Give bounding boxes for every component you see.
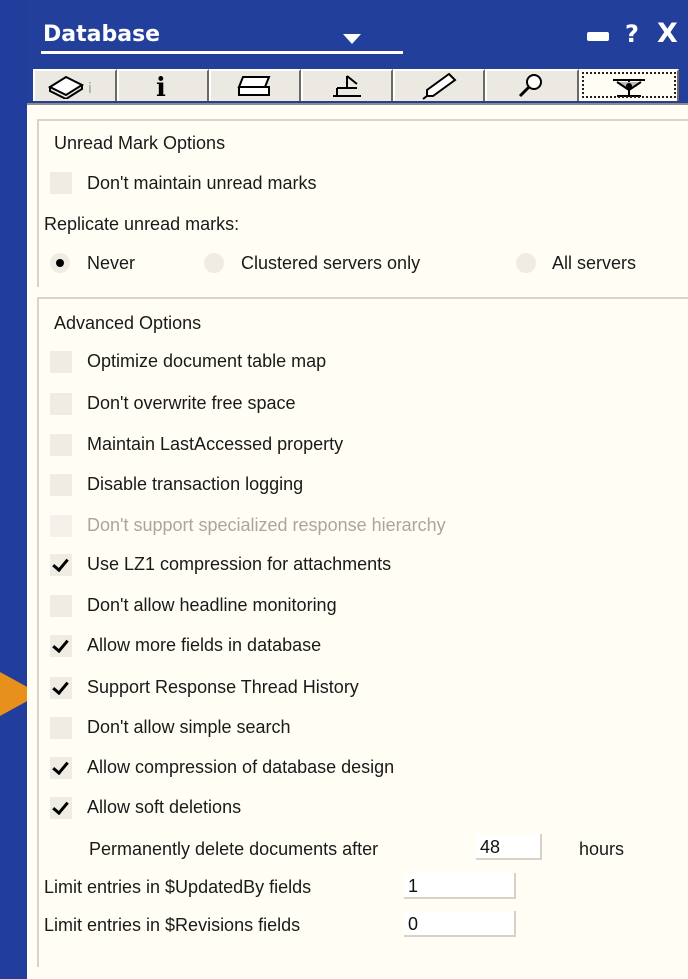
option-checkbox[interactable]	[50, 797, 72, 819]
svg-text:i: i	[88, 81, 92, 97]
minimize-icon[interactable]	[587, 32, 609, 41]
option-checkbox[interactable]	[50, 677, 72, 699]
revisions-input[interactable]: 0	[404, 911, 516, 937]
radio-clustered-servers[interactable]	[204, 253, 224, 273]
search-icon	[518, 74, 542, 98]
option-label: Disable transaction logging	[87, 474, 304, 494]
tab-print[interactable]	[209, 69, 301, 101]
tab-info[interactable]: i	[117, 69, 209, 101]
option-label: Use LZ1 compression for attachments	[87, 554, 392, 574]
database-properties-panel: Database ? X i i Unread Mark Options Don…	[27, 0, 688, 979]
updated-by-label: Limit entries in $UpdatedBy fields	[44, 877, 312, 897]
radio-never-label: Never	[87, 253, 136, 273]
option-label: Optimize document table map	[87, 351, 327, 371]
tab-advanced[interactable]	[579, 69, 679, 101]
tab-launch[interactable]	[393, 69, 485, 101]
tab-search[interactable]	[485, 69, 579, 101]
printer-icon	[237, 76, 271, 96]
option-checkbox[interactable]	[50, 635, 72, 657]
option-label: Don't overwrite free space	[87, 393, 296, 413]
option-checkbox	[50, 515, 72, 537]
delete-after-unit: hours	[579, 839, 625, 859]
option-label: Allow compression of database design	[87, 757, 395, 777]
title-dropdown-field[interactable]	[41, 51, 403, 54]
option-checkbox[interactable]	[50, 757, 72, 779]
option-checkbox[interactable]	[50, 474, 72, 496]
chevron-down-icon[interactable]	[343, 34, 361, 44]
delete-after-label: Permanently delete documents after	[89, 839, 379, 859]
info-sheet-icon: i	[47, 75, 92, 99]
info-icon: i	[156, 73, 166, 100]
dont-maintain-unread-checkbox[interactable]	[50, 172, 72, 194]
properties-content: Unread Mark Options Don't maintain unrea…	[27, 103, 688, 979]
svg-text:i: i	[156, 73, 166, 100]
dont-maintain-unread-label: Don't maintain unread marks	[87, 173, 317, 193]
option-label: Allow soft deletions	[87, 797, 242, 817]
option-checkbox[interactable]	[50, 554, 72, 576]
delete-after-input[interactable]: 48	[476, 834, 542, 860]
revisions-label: Limit entries in $Revisions fields	[44, 915, 301, 935]
title-bar: Database ? X	[27, 0, 688, 63]
option-checkbox[interactable]	[50, 595, 72, 617]
replicate-unread-label: Replicate unread marks:	[44, 214, 240, 234]
radio-clustered-servers-label: Clustered servers only	[241, 253, 421, 273]
option-checkbox[interactable]	[50, 717, 72, 739]
tab-design[interactable]	[301, 69, 393, 101]
advanced-propeller-icon	[613, 79, 645, 97]
option-label: Don't allow simple search	[87, 717, 291, 737]
option-checkbox[interactable]	[50, 351, 72, 373]
option-checkbox[interactable]	[50, 393, 72, 415]
option-checkbox[interactable]	[50, 434, 72, 456]
option-label: Support Response Thread History	[87, 677, 359, 697]
option-label: Don't allow headline monitoring	[87, 595, 337, 615]
tab-info-sheet[interactable]: i	[33, 69, 117, 101]
radio-all-servers-label: All servers	[552, 253, 637, 273]
section-heading-advanced: Advanced Options	[54, 313, 202, 333]
option-label: Allow more fields in database	[87, 635, 322, 655]
updated-by-input[interactable]: 1	[404, 873, 516, 899]
design-icon	[333, 75, 361, 97]
option-label: Don't support specialized response hiera…	[87, 515, 446, 535]
radio-all-servers[interactable]	[516, 253, 536, 273]
option-label: Maintain LastAccessed property	[87, 434, 344, 454]
section-heading-unread: Unread Mark Options	[54, 133, 226, 153]
help-button[interactable]: ?	[625, 20, 639, 48]
close-button[interactable]: X	[657, 18, 678, 49]
tab-strip: i i	[27, 63, 688, 103]
launch-icon	[422, 72, 457, 100]
radio-never[interactable]	[50, 253, 70, 273]
window-title: Database	[43, 22, 161, 47]
